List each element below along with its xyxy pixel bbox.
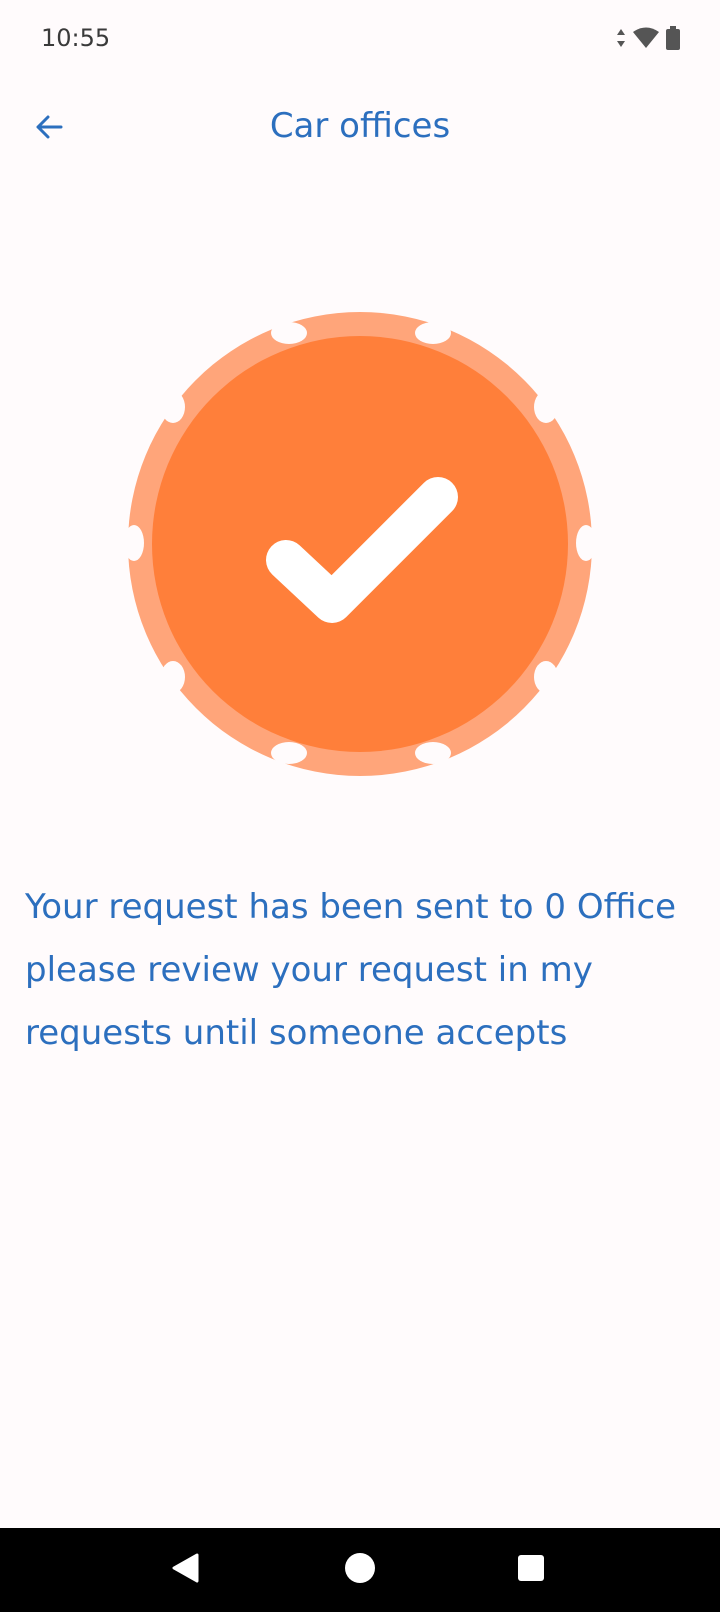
status-time: 10:55 (41, 24, 111, 52)
checkmark-badge-icon (128, 312, 592, 776)
recents-square-icon (517, 1554, 545, 1587)
back-triangle-icon (170, 1552, 200, 1589)
nav-recents-button[interactable] (509, 1548, 553, 1592)
wifi-icon (632, 27, 660, 54)
success-badge (126, 310, 594, 778)
app-bar: Car offices (0, 90, 720, 162)
system-nav-bar (0, 1528, 720, 1612)
page-title: Car offices (269, 106, 451, 146)
nav-back-button[interactable] (163, 1548, 207, 1592)
status-bar: 10:55 (0, 0, 720, 80)
status-icons (616, 26, 680, 55)
request-sent-message: Your request has been sent to 0 Office p… (25, 887, 677, 1053)
nav-home-button[interactable] (338, 1548, 382, 1592)
home-circle-icon (344, 1552, 376, 1589)
battery-icon (666, 26, 680, 55)
data-arrows-icon (616, 28, 626, 53)
